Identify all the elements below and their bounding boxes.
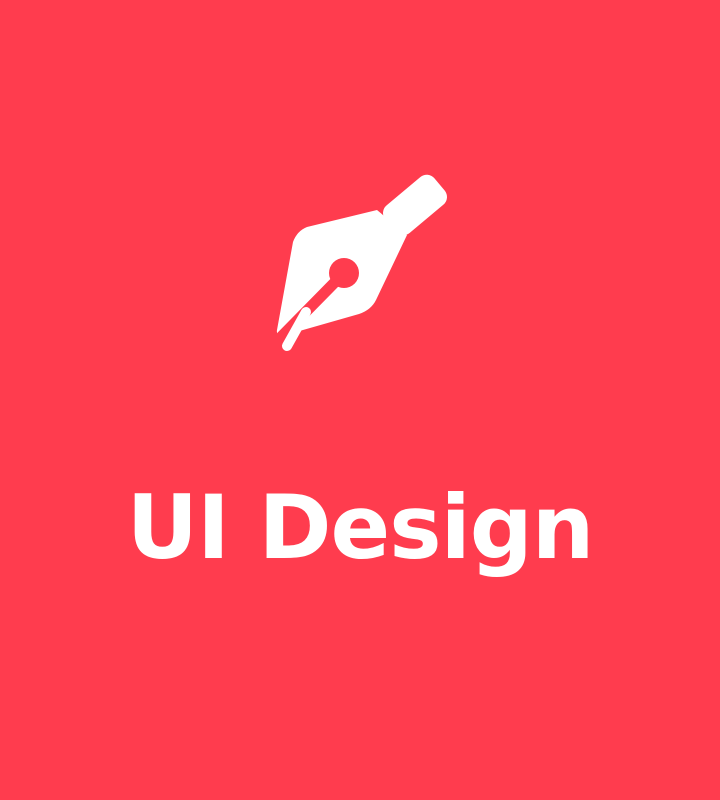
ui-design-card: UI Design [0, 0, 720, 800]
fountain-pen-nib-icon [250, 170, 470, 360]
pen-breather-hole [329, 258, 359, 288]
card-title: UI Design [126, 476, 595, 579]
